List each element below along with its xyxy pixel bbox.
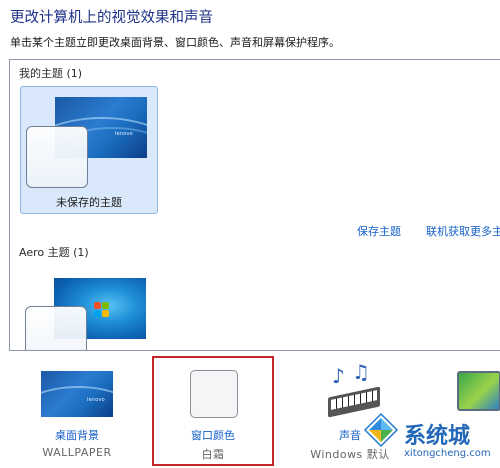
window-color-swatch[interactable] bbox=[190, 370, 238, 418]
window-color-value: 白霜 bbox=[201, 448, 225, 461]
unsaved-theme-tile[interactable]: lenovo 未保存的主题 bbox=[20, 86, 158, 214]
watermark-url: xitongcheng.com bbox=[404, 448, 491, 459]
window-color-link[interactable]: 窗口颜色 bbox=[163, 427, 263, 443]
page-title: 更改计算机上的视觉效果和声音 bbox=[10, 10, 213, 26]
aero-glass-preview bbox=[25, 306, 87, 350]
my-themes-group-label: 我的主题 (1) bbox=[19, 67, 83, 80]
save-theme-link[interactable]: 保存主题 bbox=[357, 223, 401, 239]
unsaved-theme-label: 未保存的主题 bbox=[56, 196, 122, 209]
desktop-background-icon[interactable]: lenovo bbox=[41, 371, 113, 417]
lenovo-logo: lenovo bbox=[115, 131, 133, 137]
desktop-background-link[interactable]: 桌面背景 bbox=[27, 427, 127, 443]
aero-themes-group-label: Aero 主题 (1) bbox=[19, 246, 89, 259]
aero-theme-tile[interactable] bbox=[20, 268, 156, 350]
get-more-themes-online-link[interactable]: 联机获取更多主 bbox=[426, 223, 500, 239]
sounds-value: Windows 默认 bbox=[310, 448, 390, 461]
screen-saver-icon[interactable] bbox=[457, 371, 500, 411]
watermark-logo-icon bbox=[363, 412, 399, 448]
page-subtitle: 单击某个主题立即更改桌面背景、窗口颜色、声音和屏幕保护程序。 bbox=[10, 36, 340, 49]
desktop-background-value: WALLPAPER bbox=[42, 446, 112, 459]
window-glass-preview bbox=[26, 126, 88, 188]
lenovo-logo-small: lenovo bbox=[87, 397, 105, 403]
theme-list[interactable]: 我的主题 (1) lenovo 未保存的主题 保存主题 联机获取更多主 Aero… bbox=[9, 59, 500, 351]
watermark-text: 系统城 bbox=[404, 424, 471, 449]
